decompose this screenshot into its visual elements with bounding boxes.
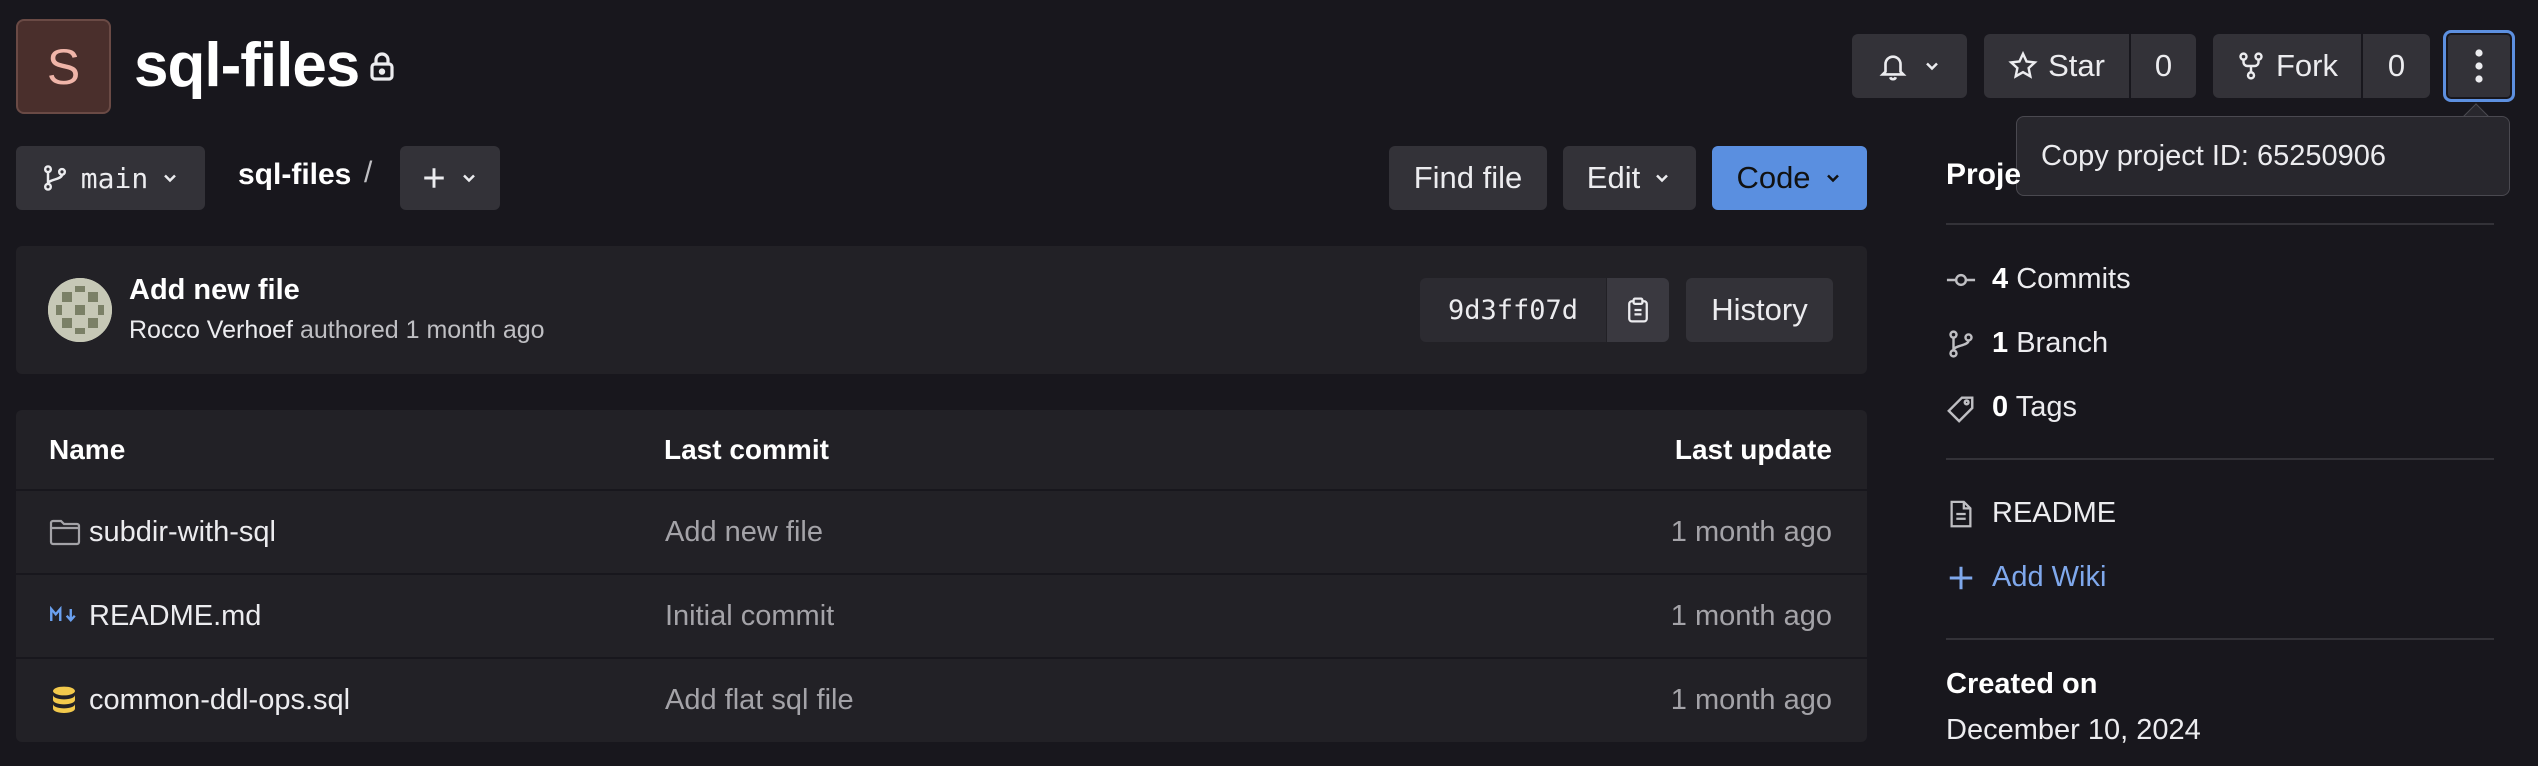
sidebar-divider <box>1946 638 2494 640</box>
bell-icon <box>1878 51 1908 81</box>
branch-selector[interactable]: main <box>16 146 205 210</box>
file-commit-link[interactable]: Add new file <box>665 516 823 549</box>
fork-button[interactable]: Fork <box>2213 34 2361 98</box>
tags-link[interactable]: 0 Tags <box>1946 391 2077 424</box>
tags-count: 0 <box>1992 391 2009 423</box>
history-button[interactable]: History <box>1686 278 1833 342</box>
more-actions-button[interactable] <box>2443 30 2515 102</box>
edit-button[interactable]: Edit <box>1563 146 1696 210</box>
copy-project-id-tooltip: Copy project ID: 65250906 <box>2016 116 2510 196</box>
column-header-last-update: Last update <box>1674 434 1832 465</box>
vertical-ellipsis-icon <box>2474 48 2484 84</box>
column-header-name: Name <box>49 434 126 465</box>
markdown-icon <box>49 606 79 624</box>
project-avatar-letter: S <box>46 38 81 95</box>
sidebar-divider <box>1946 458 2494 460</box>
created-on-label: Created on <box>1946 668 2098 700</box>
file-updated: 1 month ago <box>1670 516 1832 548</box>
project-title: sql-files <box>134 31 360 100</box>
commit-message[interactable]: Add new file <box>129 274 300 307</box>
branches-link[interactable]: 1 Branch <box>1946 327 2108 360</box>
readme-link[interactable]: README <box>1946 497 2116 530</box>
row-divider <box>16 657 1867 659</box>
star-count-button[interactable]: 0 <box>2131 34 2196 98</box>
commits-count: 4 <box>1992 263 2009 295</box>
file-name-link[interactable]: README.md <box>89 600 261 633</box>
find-file-button[interactable]: Find file <box>1389 146 1547 210</box>
column-header-last-commit: Last commit <box>664 434 829 465</box>
file-updated: 1 month ago <box>1670 600 1832 632</box>
star-label: Star <box>2048 48 2105 83</box>
lock-icon <box>366 50 398 82</box>
star-icon <box>2008 51 2038 81</box>
branch-icon <box>1946 329 1976 359</box>
branch-count: 1 <box>1992 327 2009 359</box>
branch-name: main <box>80 161 149 195</box>
breadcrumb-separator: / <box>364 156 373 189</box>
readme-label: README <box>1992 497 2117 529</box>
created-on-date: December 10, 2024 <box>1946 714 2201 746</box>
code-button[interactable]: Code <box>1712 146 1867 210</box>
notification-settings-button[interactable] <box>1852 34 1967 98</box>
chevron-down-icon <box>459 168 479 188</box>
tooltip-text: Copy project ID: 65250906 <box>2041 139 2386 172</box>
branch-icon <box>41 164 69 192</box>
folder-icon <box>49 518 81 546</box>
commit-author-line: Rocco Verhoef authored 1 month ago <box>129 316 545 345</box>
file-name-link[interactable]: common-ddl-ops.sql <box>89 684 350 717</box>
fork-label: Fork <box>2276 48 2338 83</box>
file-commit-link[interactable]: Initial commit <box>665 600 834 633</box>
document-icon <box>1946 499 1976 529</box>
chevron-down-icon <box>1922 56 1942 76</box>
author-avatar[interactable] <box>48 278 112 342</box>
commit-icon <box>1946 265 1976 295</box>
file-updated: 1 month ago <box>1670 684 1832 716</box>
commits-label: Commits <box>2016 263 2131 295</box>
tags-label: Tags <box>2015 391 2077 423</box>
file-name-link[interactable]: subdir-with-sql <box>89 516 276 549</box>
commit-authored-time: authored 1 month ago <box>299 316 545 344</box>
tag-icon <box>1946 393 1976 423</box>
copy-sha-button[interactable] <box>1607 278 1669 342</box>
fork-icon <box>2236 51 2266 81</box>
commit-author[interactable]: Rocco Verhoef <box>129 316 293 344</box>
star-button[interactable]: Star <box>1984 34 2129 98</box>
project-information-title: Proje <box>1946 158 2022 191</box>
file-commit-link[interactable]: Add flat sql file <box>665 684 854 717</box>
row-divider <box>16 489 1867 491</box>
plus-icon <box>1946 563 1976 593</box>
row-divider <box>16 573 1867 575</box>
fork-count-button[interactable]: 0 <box>2363 34 2430 98</box>
chevron-down-icon <box>1652 168 1672 188</box>
project-avatar: S <box>16 19 111 114</box>
commit-sha[interactable]: 9d3ff07d <box>1420 278 1606 342</box>
breadcrumb-repo[interactable]: sql-files <box>238 158 351 192</box>
edit-label: Edit <box>1586 160 1641 195</box>
branch-label: Branch <box>2016 327 2109 359</box>
chevron-down-icon <box>160 168 180 188</box>
copy-icon <box>1624 296 1652 324</box>
sidebar-divider <box>1946 223 2494 225</box>
chevron-down-icon <box>1823 168 1843 188</box>
commits-link[interactable]: 4 Commits <box>1946 263 2131 296</box>
database-icon <box>52 686 76 714</box>
add-wiki-link[interactable]: Add Wiki <box>1946 561 2106 594</box>
add-to-tree-button[interactable] <box>400 146 500 210</box>
plus-icon <box>421 165 447 191</box>
code-label: Code <box>1736 160 1811 195</box>
add-wiki-label: Add Wiki <box>1992 561 2107 593</box>
